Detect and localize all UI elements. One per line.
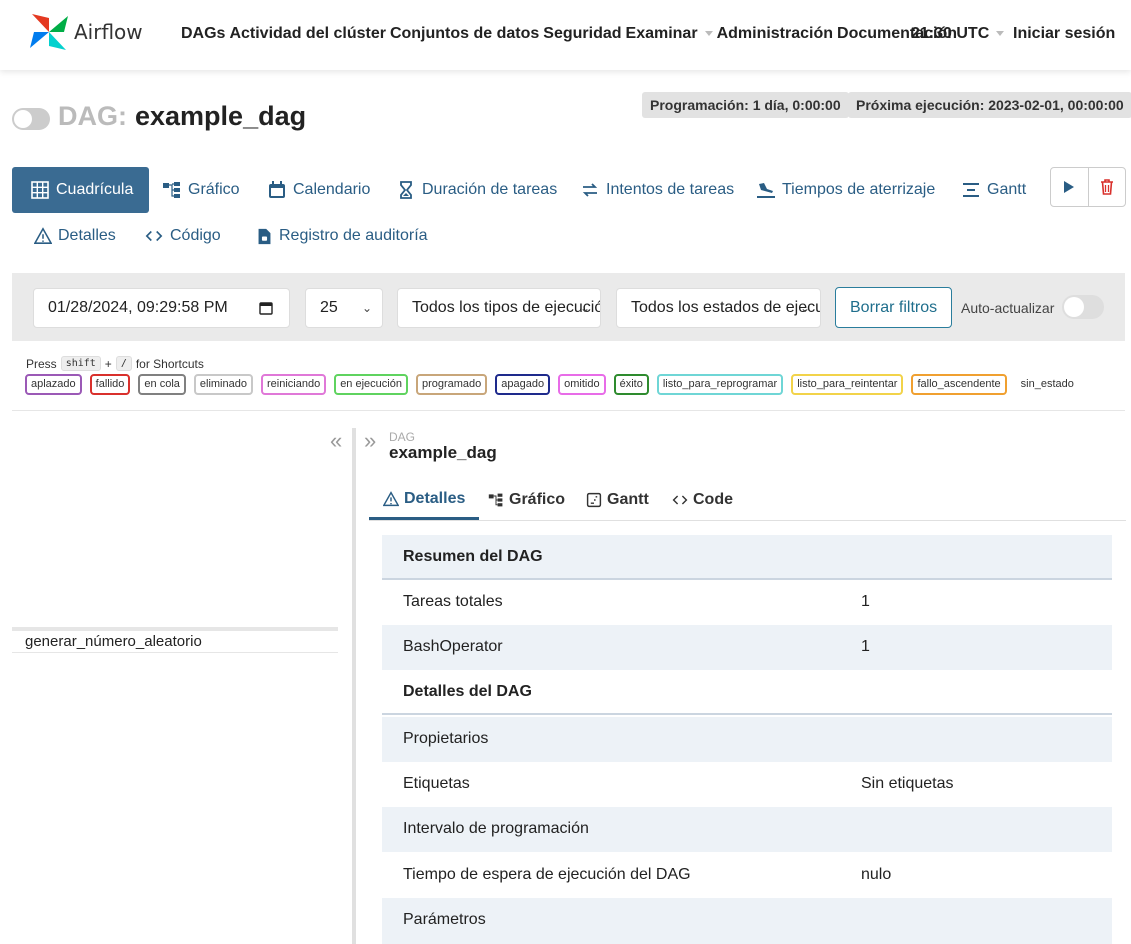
- nav-datasets[interactable]: Conjuntos de datos: [390, 25, 539, 43]
- panel-tab-code[interactable]: Code: [672, 480, 733, 520]
- num-runs-select[interactable]: 25 ⌄: [305, 288, 383, 328]
- table-section-header: Resumen del DAG: [382, 535, 1112, 580]
- table-row: BashOperator 1: [382, 625, 1112, 670]
- legend-badge[interactable]: listo_para_reprogramar: [656, 374, 784, 395]
- code-brackets-icon: [672, 495, 688, 505]
- hourglass-icon: [400, 181, 412, 199]
- panel-tab-graph[interactable]: Gráfico: [488, 480, 565, 520]
- main-nav: DAGs Actividad del clúster Conjuntos de …: [181, 25, 961, 43]
- nav-security[interactable]: Seguridad: [543, 25, 621, 43]
- top-navbar: Airflow DAGs Actividad del clúster Conju…: [0, 0, 1131, 70]
- nav-browse[interactable]: Examinar: [626, 25, 713, 43]
- grid-icon: [31, 181, 49, 199]
- dag-actions: [1050, 167, 1126, 207]
- chevron-down-icon: [704, 31, 713, 37]
- graph-icon: [488, 493, 503, 507]
- tab-grid[interactable]: Cuadrícula: [12, 167, 150, 213]
- legend-badge[interactable]: aplazado: [25, 374, 82, 395]
- legend-badge[interactable]: en cola: [138, 374, 186, 395]
- utc-clock[interactable]: 21:30 UTC: [911, 25, 1005, 43]
- state-legend: aplazado fallido en cola eliminado reinician…: [25, 374, 1088, 396]
- divider: [12, 410, 1125, 411]
- panel-dag-name[interactable]: example_dag: [389, 443, 497, 463]
- legend-badge[interactable]: reiniciando: [260, 374, 327, 395]
- base-date-input[interactable]: 01/28/2024, 09:29:58 PM: [33, 288, 290, 328]
- nav-admin[interactable]: Administración: [717, 25, 833, 43]
- tab-code[interactable]: Código: [144, 213, 221, 259]
- collapse-panel-icon[interactable]: «: [330, 428, 342, 454]
- calendar-icon: [269, 181, 285, 198]
- page-title: DAG: example_dag: [58, 101, 307, 131]
- legend-badge[interactable]: eliminado: [193, 374, 253, 395]
- legend-badge[interactable]: omitido: [558, 374, 606, 395]
- legend-badge[interactable]: sin_estado: [1014, 374, 1080, 395]
- clear-filters-button[interactable]: Borrar filtros: [835, 287, 953, 328]
- plane-landing-icon: [757, 183, 775, 198]
- legend-badge[interactable]: listo_para_reintentar: [791, 374, 904, 395]
- table-row: Parámetros: [382, 898, 1112, 944]
- dag-pause-toggle[interactable]: [12, 108, 50, 130]
- auto-refresh-label: Auto-actualizar: [961, 300, 1055, 316]
- panel-tabs: Detalles Gráfico Gantt Code: [369, 480, 1126, 521]
- app-name: Airflow: [74, 20, 143, 44]
- play-icon: [1064, 181, 1075, 193]
- graph-icon: [163, 182, 180, 198]
- table-row: Etiquetas Sin etiquetas: [403, 775, 954, 792]
- retry-arrows-icon: [582, 183, 598, 197]
- file-icon: [258, 228, 271, 244]
- legend-badge[interactable]: éxito: [613, 374, 649, 395]
- calendar-icon[interactable]: [259, 301, 273, 315]
- legend-badge[interactable]: en ejecución: [334, 374, 408, 395]
- tab-task-duration[interactable]: Duración de tareas: [396, 167, 557, 213]
- tab-calendar[interactable]: Calendario: [267, 167, 370, 213]
- legend-badge[interactable]: fallido: [89, 374, 131, 395]
- expand-panel-icon[interactable]: »: [364, 428, 376, 454]
- login-link[interactable]: Iniciar sesión: [1013, 25, 1115, 43]
- filter-bar: 01/28/2024, 09:29:58 PM 25 ⌄ Todos los t…: [12, 273, 1125, 341]
- trash-icon: [1100, 179, 1113, 195]
- legend-badge[interactable]: programado: [415, 374, 488, 395]
- warning-triangle-icon: [383, 490, 399, 506]
- next-run-badge: Próxima ejecución: 2023-02-01, 00:00:00: [848, 92, 1131, 118]
- auto-refresh-toggle[interactable]: [1062, 295, 1104, 319]
- panel-tab-details[interactable]: Detalles: [369, 480, 480, 520]
- chevron-down-icon: ⌄: [361, 301, 372, 315]
- run-state-select[interactable]: Todos los estados de ejecución ⌄: [616, 288, 821, 328]
- warning-triangle-icon: [34, 227, 52, 244]
- nav-cluster-activity[interactable]: Actividad del clúster: [229, 25, 386, 43]
- tab-gantt[interactable]: Gantt: [961, 167, 1026, 213]
- schedule-badge: Programación: 1 día, 0:00:00: [642, 92, 849, 118]
- tab-details[interactable]: Detalles: [34, 213, 116, 259]
- legend-badge[interactable]: fallo_ascendente: [911, 374, 1007, 395]
- trigger-dag-button[interactable]: [1051, 168, 1089, 206]
- tab-task-tries[interactable]: Intentos de tareas: [580, 167, 734, 213]
- tab-landing-times[interactable]: Tiempos de aterrizaje: [756, 167, 935, 213]
- pinwheel-icon: [30, 14, 68, 50]
- chevron-down-icon: ⌄: [799, 301, 810, 315]
- table-section-header: Detalles del DAG: [382, 670, 1112, 715]
- panel-tab-gantt[interactable]: Gantt: [586, 480, 649, 520]
- task-row[interactable]: generar_número_aleatorio: [12, 631, 338, 653]
- run-type-select[interactable]: Todos los tipos de ejecución ⌄: [397, 288, 601, 328]
- chevron-down-icon: [996, 31, 1005, 37]
- table-row: Propietarios: [382, 717, 1112, 762]
- legend-badge[interactable]: apagado: [495, 374, 551, 395]
- table-row: Intervalo de programación: [382, 807, 1112, 852]
- delete-dag-button[interactable]: [1089, 168, 1126, 206]
- table-row: Tareas totales 1: [403, 593, 870, 610]
- nav-dags[interactable]: DAGs: [181, 25, 225, 43]
- panel-breadcrumb-label: DAG: [389, 430, 416, 444]
- airflow-logo[interactable]: Airflow: [28, 12, 143, 52]
- gantt-icon: [586, 492, 602, 508]
- tab-audit-log[interactable]: Registro de auditoría: [256, 213, 428, 259]
- shortcut-hint: Press shift + / for Shortcuts: [26, 356, 204, 371]
- table-row: Tiempo de espera de ejecución del DAG nu…: [403, 866, 892, 883]
- code-brackets-icon: [145, 230, 163, 242]
- tab-graph[interactable]: Gráfico: [162, 167, 240, 213]
- chevron-down-icon: ⌄: [579, 301, 590, 315]
- gantt-icon: [963, 183, 979, 197]
- pane-resizer[interactable]: [352, 428, 356, 944]
